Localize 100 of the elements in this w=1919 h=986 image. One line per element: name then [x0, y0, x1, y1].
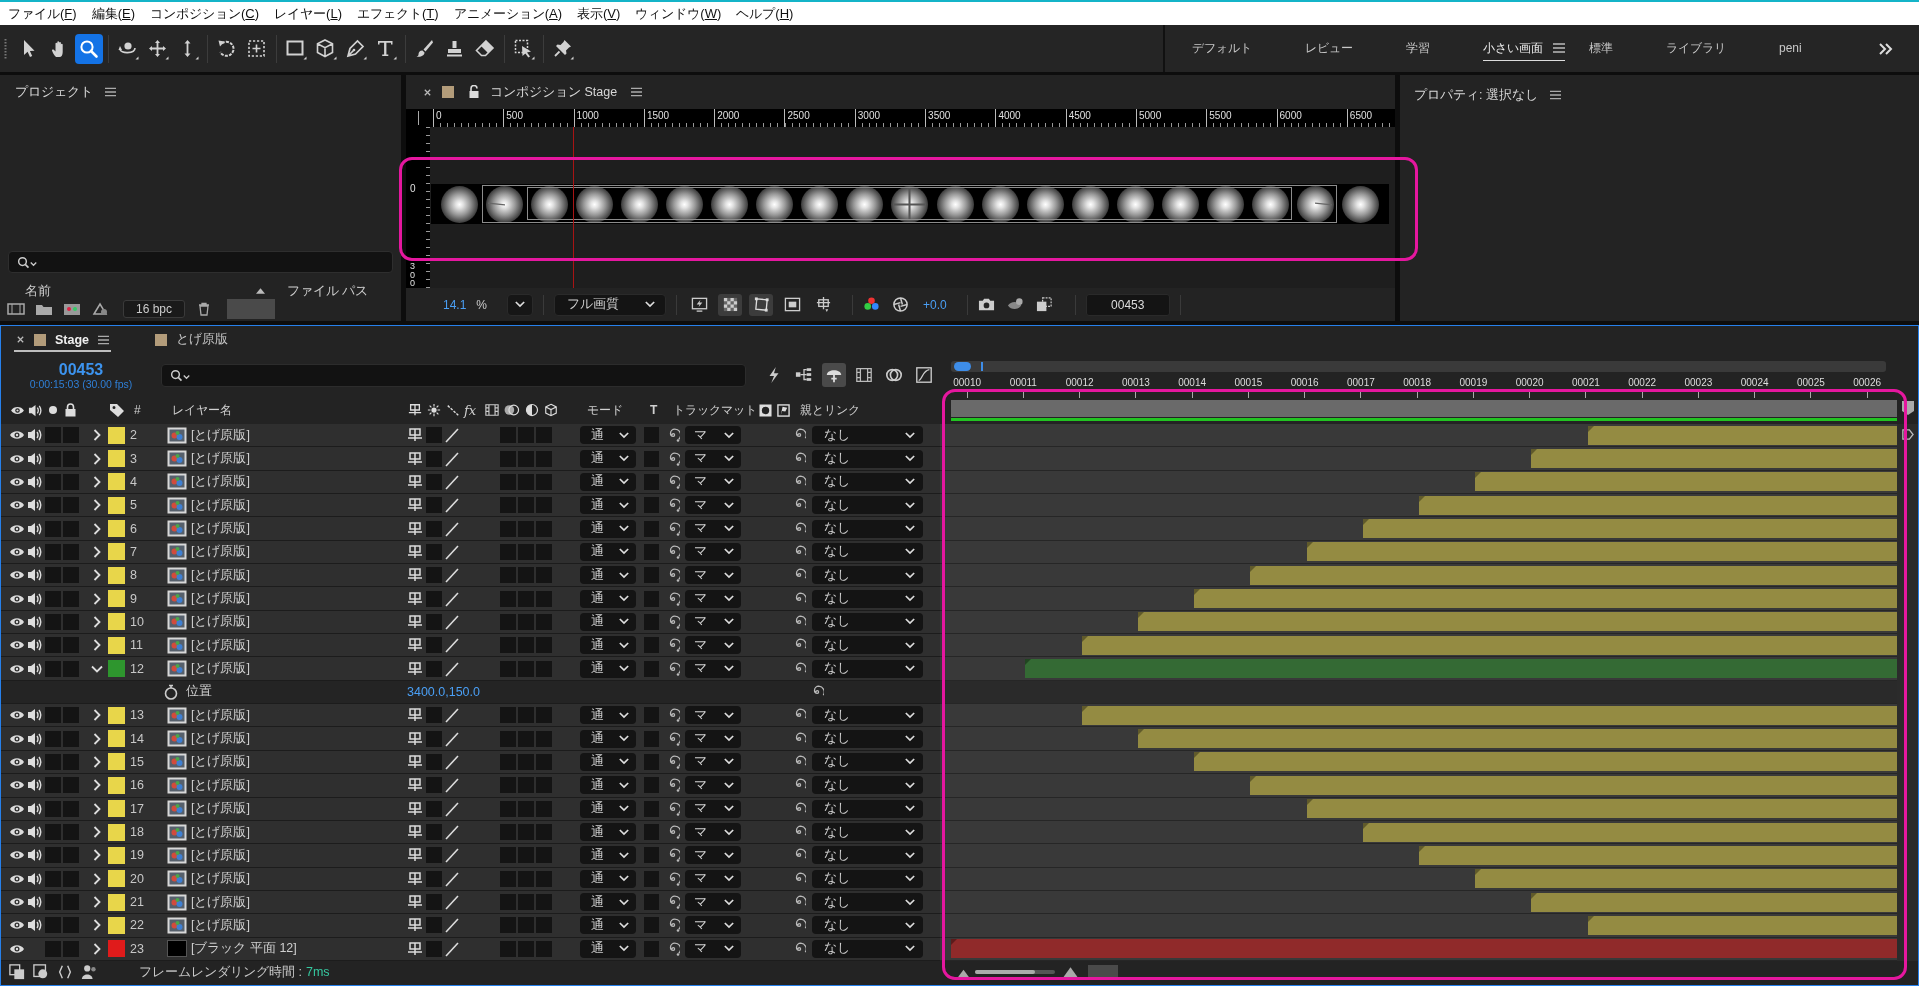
preserve-transparency-switch[interactable] — [644, 543, 659, 560]
split-box-icon[interactable] — [407, 543, 423, 560]
bit-depth-button[interactable]: 16 bpc — [123, 300, 186, 318]
parent-dropdown[interactable]: なし — [812, 589, 923, 608]
mode-dropdown[interactable]: 通 — [580, 449, 636, 468]
split-box-icon[interactable] — [407, 450, 423, 467]
layer-name[interactable]: [とげ原版] — [191, 614, 250, 629]
adjustment-layer-switch[interactable] — [518, 427, 534, 444]
menu-icon[interactable] — [98, 334, 110, 345]
column-header[interactable]: 親とリンク — [800, 402, 860, 417]
solo-switch[interactable] — [45, 543, 61, 560]
collapse-switch[interactable] — [426, 567, 442, 584]
mode-dropdown[interactable]: 通 — [580, 496, 636, 515]
solo-switch[interactable] — [45, 707, 61, 724]
split-box-icon[interactable] — [407, 497, 423, 514]
eye-icon[interactable] — [9, 452, 25, 465]
mode-dropdown[interactable]: 通 — [580, 729, 636, 748]
lock-switch[interactable] — [63, 543, 79, 560]
speaker-icon[interactable] — [27, 754, 43, 770]
lock-switch[interactable] — [63, 800, 79, 817]
layer-name[interactable]: [とげ原版] — [191, 731, 250, 746]
slash-icon[interactable] — [444, 847, 460, 864]
column-header[interactable]: レイヤー名 — [172, 402, 232, 417]
open-padlock-icon[interactable] — [468, 85, 480, 99]
close-icon[interactable] — [16, 335, 25, 344]
workspace-tab[interactable]: ライブラリ — [1666, 36, 1726, 61]
collapse-switch[interactable] — [426, 590, 442, 607]
mode-dropdown[interactable]: 通 — [580, 519, 636, 538]
label-color-swatch[interactable] — [108, 730, 125, 748]
layer-name[interactable]: [とげ原版] — [191, 894, 250, 909]
layer-bar[interactable] — [1363, 822, 1897, 842]
eye-icon[interactable] — [9, 942, 25, 955]
three-d-layer-switch[interactable] — [536, 637, 552, 654]
search-field[interactable] — [8, 251, 393, 273]
slash-icon[interactable] — [444, 940, 460, 957]
preserve-transparency-switch[interactable] — [644, 847, 659, 864]
speaker-icon[interactable] — [27, 870, 43, 887]
adjustment-layer-switch[interactable] — [518, 940, 534, 957]
split-box-icon[interactable] — [407, 660, 423, 677]
layer-row[interactable]: 7 [とげ原版] 通 マ なし — [1, 540, 940, 565]
preserve-transparency-switch[interactable] — [644, 707, 659, 724]
layer-name[interactable]: [とげ原版] — [191, 451, 250, 465]
arrow-tab-icon[interactable] — [1901, 428, 1914, 441]
eye-icon[interactable] — [9, 592, 25, 605]
parent-dropdown[interactable]: なし — [812, 449, 923, 468]
column-header[interactable]: モード — [587, 402, 623, 417]
parent-dropdown[interactable]: なし — [812, 729, 923, 748]
workspace-tab[interactable]: デフォルト — [1192, 36, 1252, 61]
speaker-icon[interactable] — [27, 707, 43, 724]
adjustment-layer-switch[interactable] — [518, 450, 534, 467]
solo-switch[interactable] — [45, 730, 61, 747]
three-d-layer-switch[interactable] — [536, 940, 552, 957]
eye-icon[interactable] — [9, 709, 25, 722]
three-d-layer-switch[interactable] — [536, 824, 552, 840]
preserve-transparency-switch[interactable] — [644, 613, 659, 630]
speaker-icon[interactable] — [27, 520, 43, 537]
solo-switch[interactable] — [45, 894, 61, 911]
layer-bar[interactable] — [1193, 589, 1897, 609]
eye-icon[interactable] — [9, 569, 25, 582]
three-d-layer-switch[interactable] — [536, 567, 552, 584]
layer-bar[interactable] — [1363, 519, 1897, 539]
layer-row[interactable]: 23 [ブラック 平面 12] 通 マ なし — [1, 937, 940, 961]
three-d-layer-switch[interactable] — [536, 894, 552, 911]
layer-row[interactable]: 16 [とげ原版] 通 マ なし — [1, 774, 940, 798]
split-box-icon[interactable] — [407, 613, 423, 630]
parent-dropdown[interactable]: なし — [812, 846, 923, 865]
mode-dropdown[interactable]: 通 — [580, 426, 636, 445]
layer-bar[interactable] — [1081, 705, 1897, 725]
parent-dropdown[interactable]: なし — [812, 519, 923, 538]
preserve-transparency-switch[interactable] — [644, 730, 659, 747]
motion-blur-switch[interactable] — [500, 473, 516, 490]
lock-switch[interactable] — [63, 520, 79, 537]
layer-bar[interactable] — [1306, 542, 1897, 562]
double-chevron-icon[interactable] — [1879, 42, 1893, 55]
three-d-layer-switch[interactable] — [536, 520, 552, 537]
preserve-transparency-switch[interactable] — [644, 754, 659, 770]
layer-name[interactable]: [とげ原版] — [191, 824, 250, 839]
layer-bar[interactable] — [1081, 635, 1897, 655]
parent-dropdown[interactable]: なし — [812, 869, 923, 888]
adjustment-layer-switch[interactable] — [518, 660, 534, 677]
property-value[interactable]: 3400.0,150.0 — [407, 684, 480, 699]
preserve-transparency-switch[interactable] — [644, 870, 659, 887]
mode-dropdown[interactable]: 通 — [580, 776, 636, 795]
collapse-switch[interactable] — [426, 520, 442, 537]
layer-row[interactable]: 2 [とげ原版] 通 マ なし — [1, 424, 940, 448]
adjustment-layer-switch[interactable] — [518, 590, 534, 607]
mode-dropdown[interactable]: 通 — [580, 542, 636, 561]
adjustment-layer-switch[interactable] — [518, 754, 534, 770]
parent-dropdown[interactable]: なし — [812, 636, 923, 655]
collapse-switch[interactable] — [426, 870, 442, 887]
label-color-swatch[interactable] — [108, 846, 125, 864]
solo-switch[interactable] — [45, 800, 61, 817]
track-matte-dropdown[interactable]: マ — [685, 612, 741, 631]
label-color-swatch[interactable] — [108, 706, 125, 724]
parent-dropdown[interactable]: なし — [812, 706, 923, 725]
motion-blur-switch[interactable] — [500, 894, 516, 911]
layer-row[interactable]: 17 [とげ原版] 通 マ なし — [1, 797, 940, 821]
menu-item[interactable]: コンポジション(C) — [150, 4, 260, 23]
parent-dropdown[interactable]: なし — [812, 799, 923, 818]
eye-icon[interactable] — [9, 732, 25, 745]
